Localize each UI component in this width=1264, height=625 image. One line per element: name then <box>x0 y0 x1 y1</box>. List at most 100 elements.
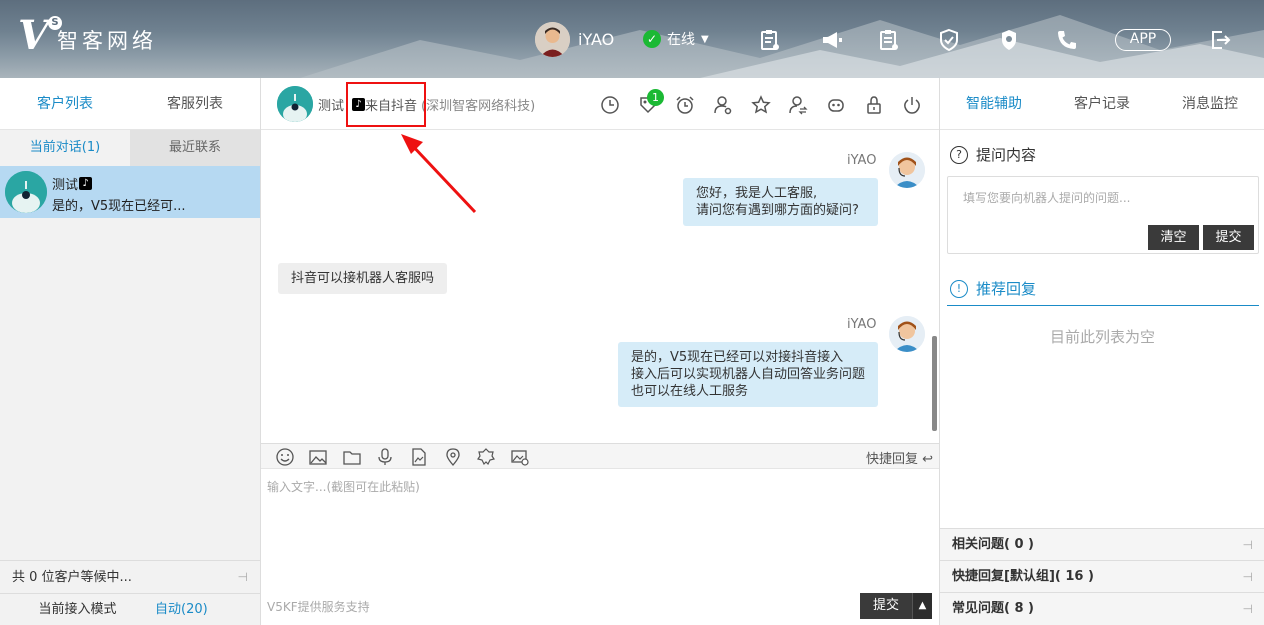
message-line: 是的，V5现在已经可以对接抖音接入 <box>631 350 844 365</box>
screenshot-icon[interactable] <box>510 447 530 467</box>
section-label: 快捷回复[默认组]( 16 ) <box>952 569 1094 584</box>
tab-current-conversations[interactable]: 当前对话(1) <box>0 130 130 166</box>
message-line: 接入后可以实现机器人自动回答业务问题 <box>631 367 866 382</box>
agent-avatar <box>889 152 925 188</box>
question-submit-button[interactable]: 提交 <box>1203 225 1254 250</box>
tab-message-monitor[interactable]: 消息监控 <box>1156 78 1264 129</box>
waiting-text: 共 0 位客户等候中... <box>12 570 132 585</box>
message-input[interactable]: 输入文字...(截图可在此粘贴) <box>267 478 420 495</box>
avatar <box>5 171 47 213</box>
scrollbar[interactable] <box>932 336 937 431</box>
avatar <box>535 22 570 57</box>
star-icon[interactable] <box>751 95 771 115</box>
chat-panel: 测试 ♪ 来自抖音 (深圳智客网络科技) 1 iYAO 您好，我是人工客服, 请问… <box>261 78 939 625</box>
clipboard-icon[interactable] <box>758 28 782 52</box>
folder-icon[interactable] <box>342 447 362 467</box>
access-mode: 当前接入模式 自动(20) <box>0 593 260 625</box>
tab-smart-assist[interactable]: 智能辅助 <box>940 78 1048 129</box>
section-faq[interactable]: 常见问题( 8 ) ⊣ <box>940 592 1264 625</box>
logo: V S 智客网络 <box>18 16 157 56</box>
caret-down-icon: ▼ <box>701 33 709 45</box>
brand-name: 智客网络 <box>57 29 158 53</box>
logo-badge: S <box>48 16 62 30</box>
shield-icon[interactable] <box>937 28 961 52</box>
pin-icon[interactable]: ⊣ <box>1243 561 1253 593</box>
check-icon: ✓ <box>643 30 661 48</box>
file-image-icon[interactable] <box>409 447 429 467</box>
message-sender: iYAO <box>847 317 877 332</box>
tab-agent-list[interactable]: 客服列表 <box>130 78 260 129</box>
left-tabs: 客户列表 客服列表 <box>0 78 260 130</box>
divider <box>947 305 1259 306</box>
emoji-icon[interactable] <box>275 447 295 467</box>
megaphone-icon[interactable] <box>820 28 844 52</box>
question-input-box[interactable]: 填写您要向机器人提问的问题... 清空 提交 <box>947 176 1259 254</box>
logout-icon[interactable] <box>1208 28 1232 52</box>
customer-panel: 客户列表 客服列表 当前对话(1) 最近联系 测试 ♪ 是的，V5现在已经可...… <box>0 78 261 625</box>
message-line: 也可以在线人工服务 <box>631 384 749 399</box>
conversation-name-text: 测试 <box>52 178 79 193</box>
section-quick-replies[interactable]: 快捷回复[默认组]( 16 ) ⊣ <box>940 560 1264 592</box>
alarm-icon[interactable] <box>675 95 695 115</box>
robot-icon[interactable] <box>826 95 846 115</box>
badge-icon[interactable] <box>476 447 496 467</box>
microphone-icon[interactable] <box>375 447 395 467</box>
power-icon[interactable] <box>902 95 922 115</box>
chat-header: 测试 ♪ 来自抖音 (深圳智客网络科技) 1 <box>261 78 939 130</box>
conversation-name: 测试 ♪ <box>52 174 93 193</box>
phone-icon[interactable] <box>1055 28 1079 52</box>
conversation-item[interactable]: 测试 ♪ 是的，V5现在已经可... <box>0 166 260 218</box>
app-button[interactable]: APP <box>1115 29 1171 51</box>
message-line: 您好，我是人工客服, <box>696 186 818 201</box>
badge-icon[interactable] <box>997 28 1021 52</box>
location-icon[interactable] <box>443 447 463 467</box>
question-header: ? 提问内容 <box>950 144 1036 165</box>
notes-icon[interactable] <box>877 28 901 52</box>
assist-panel: 智能辅助 客户记录 消息监控 ? 提问内容 填写您要向机器人提问的问题... 清… <box>939 78 1264 625</box>
pin-icon[interactable]: ⊣ <box>1243 529 1253 561</box>
info-icon: ! <box>950 279 968 298</box>
tiktok-icon: ♪ <box>79 177 93 190</box>
clear-button[interactable]: 清空 <box>1148 225 1199 250</box>
top-bar: V S 智客网络 iYAO ✓ 在线 ▼ APP <box>0 0 1264 78</box>
status-dropdown[interactable]: ✓ 在线 ▼ <box>643 29 709 49</box>
message-sender: iYAO <box>847 153 877 168</box>
quick-reply-label: 快捷回复 <box>865 452 918 467</box>
pin-icon[interactable]: ⊣ <box>238 561 248 594</box>
lock-icon[interactable] <box>864 95 884 115</box>
user-settings-icon[interactable] <box>713 95 733 115</box>
recommend-title: 推荐回复 <box>976 280 1037 298</box>
input-toolbar: 快捷回复 ↩ <box>261 443 939 469</box>
question-title: 提问内容 <box>976 146 1037 164</box>
question-input[interactable]: 填写您要向机器人提问的问题... <box>963 189 1130 206</box>
logo-letter: V <box>18 12 50 59</box>
status-label: 在线 <box>667 32 695 48</box>
send-options-button[interactable]: ▲ <box>912 593 932 619</box>
recommend-header: ! 推荐回复 <box>950 278 1036 299</box>
chat-customer-name: 测试 <box>318 99 345 114</box>
tab-customer-list[interactable]: 客户列表 <box>0 78 130 129</box>
transfer-icon[interactable] <box>788 95 808 115</box>
tag-count-badge: 1 <box>647 89 664 106</box>
access-mode-label: 当前接入模式 <box>38 602 117 617</box>
user-menu[interactable]: iYAO <box>535 22 614 57</box>
question-icon: ? <box>950 145 968 164</box>
image-icon[interactable] <box>308 447 328 467</box>
annotation-highlight-box <box>346 82 426 127</box>
pin-icon[interactable]: ⊣ <box>1243 593 1253 625</box>
message-list: iYAO 您好，我是人工客服, 请问您有遇到哪方面的疑问? 抖音可以接机器人客服… <box>261 130 939 443</box>
message-line: 请问您有遇到哪方面的疑问? <box>696 203 859 218</box>
section-label: 相关问题( 0 ) <box>952 537 1034 552</box>
chat-company: (深圳智客网络科技) <box>421 99 536 114</box>
access-mode-value[interactable]: 自动(20) <box>155 594 208 625</box>
tab-customer-records[interactable]: 客户记录 <box>1048 78 1156 129</box>
tab-recent-contacts[interactable]: 最近联系 <box>130 130 260 166</box>
section-related-questions[interactable]: 相关问题( 0 ) ⊣ <box>940 528 1264 560</box>
quick-reply-button[interactable]: 快捷回复 ↩ <box>866 448 933 467</box>
agent-message: 是的，V5现在已经可以对接抖音接入 接入后可以实现机器人自动回答业务问题 也可以… <box>618 342 878 407</box>
clock-icon[interactable] <box>600 95 620 115</box>
agent-message: 您好，我是人工客服, 请问您有遇到哪方面的疑问? <box>683 178 878 226</box>
conversation-subtabs: 当前对话(1) 最近联系 <box>0 130 260 166</box>
empty-list-message: 目前此列表为空 <box>1049 328 1155 346</box>
send-button[interactable]: 提交 <box>860 593 912 619</box>
